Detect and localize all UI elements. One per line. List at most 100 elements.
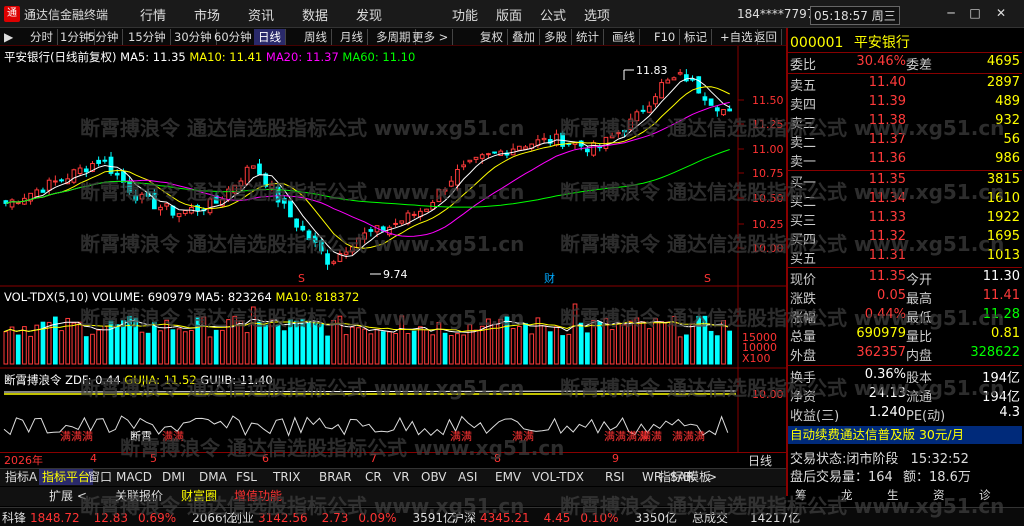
index-value: 4345.21 (480, 511, 530, 525)
volume-bar (578, 322, 584, 365)
stat-label: 内盘 (906, 349, 933, 364)
period-tab[interactable]: 5分钟 (84, 29, 124, 45)
volume-bar (380, 331, 386, 365)
menu-market[interactable]: 市场 (194, 5, 220, 24)
toolbar-button[interactable]: F10 (650, 29, 681, 45)
indicator-tab[interactable]: BRAR (316, 469, 355, 485)
period-tab[interactable]: 更多 > (408, 29, 454, 45)
toolbar-button[interactable]: 标记 (680, 29, 712, 45)
volume-bar (213, 329, 219, 365)
toolbar-button[interactable]: 返回 (750, 29, 782, 45)
candle-body (424, 208, 429, 212)
extension-tab[interactable]: 关联报价 (112, 488, 166, 504)
maximize-icon[interactable]: □ (966, 4, 984, 22)
index-ticker[interactable]: 创业 3142.56 2.73 0.09% 3591亿 (230, 509, 455, 526)
indicator-tab[interactable]: MACD (113, 469, 155, 485)
trade-status-value: 闭市阶段 (846, 452, 899, 467)
period-tab[interactable]: 分时 (26, 29, 58, 45)
y-axis-label: 11.50 (752, 94, 784, 107)
indicator-tab[interactable]: FSL (233, 469, 260, 485)
period-tab[interactable]: 月线 (336, 29, 368, 45)
low-marker: 9.74 (383, 268, 408, 281)
indicator-tab[interactable]: VR (390, 469, 413, 485)
quick-link[interactable]: 龙 (838, 487, 856, 503)
volume-bar (646, 328, 652, 365)
menu-formula[interactable]: 公式 (540, 5, 566, 24)
x-axis-line (0, 452, 786, 466)
volume-bar (312, 322, 318, 365)
fundamental-row: 收益(三) 1.240 PE(动) 4.3 (788, 405, 1022, 424)
volume-bar (430, 334, 436, 365)
bid-row: 买一 11.35 3815 (788, 172, 1022, 191)
ma20-value: MA20: 11.37 (265, 50, 339, 64)
extension-tab[interactable]: 扩展 < (46, 488, 90, 504)
y-axis-label: 11.00 (752, 143, 784, 156)
indicator-tab[interactable]: EMV (492, 469, 524, 485)
candle-body (702, 96, 708, 101)
fundamental-value: 1.240 (868, 405, 906, 420)
menu-layout[interactable]: 版面 (496, 5, 522, 24)
volume-bar (547, 331, 553, 365)
indicator-tab[interactable]: ASI (455, 469, 480, 485)
volume-bar (393, 333, 398, 365)
menu-options[interactable]: 选项 (584, 5, 610, 24)
toolbar-button[interactable]: 叠加 (508, 29, 540, 45)
menu-function[interactable]: 功能 (452, 5, 478, 24)
menu-quotes[interactable]: 行情 (140, 5, 166, 24)
promo-banner[interactable]: 自动续费通达信普及版 30元/月 (788, 426, 1022, 444)
toolbar-button[interactable]: 统计 (572, 29, 604, 45)
menu-discover[interactable]: 发现 (356, 5, 382, 24)
fundamental-label: 换手 (790, 371, 817, 386)
indicator-tab[interactable]: DMA (196, 469, 230, 485)
ask-price: 11.38 (868, 113, 906, 128)
period-tab[interactable]: 周线 (300, 29, 332, 45)
indicator-tab[interactable]: RSI (602, 469, 628, 485)
menu-data[interactable]: 数据 (302, 5, 328, 24)
indicator-tab[interactable]: 指标A (2, 469, 40, 485)
index-ticker[interactable]: 沪深 4345.21 4.45 0.10% 3350亿 (452, 509, 677, 526)
ask-row: 卖五 11.40 2897 (788, 75, 1022, 94)
user-account[interactable]: 184****7797 (737, 7, 814, 21)
indicator-tab[interactable]: CR (362, 469, 385, 485)
indicator-tab[interactable]: VOL-TDX (529, 469, 587, 485)
ask-price: 11.37 (868, 132, 906, 147)
period-tab[interactable]: 15分钟 (124, 29, 171, 45)
bid-row: 买三 11.33 1922 (788, 210, 1022, 229)
kline-chart[interactable]: 11.5011.2511.0010.7510.5010.2510.0015000… (0, 46, 786, 466)
indicator-tab[interactable]: DMI (159, 469, 188, 485)
volume-bar (319, 324, 324, 365)
stat-label: 今开 (906, 273, 933, 288)
quick-link[interactable]: 筹 (792, 487, 810, 503)
extension-tab[interactable]: 财富圈 (178, 488, 220, 504)
candle-body (615, 132, 621, 135)
minimize-icon[interactable]: ─ (942, 4, 960, 22)
volume-bar (238, 320, 244, 365)
indicator-tab[interactable]: TRIX (270, 469, 303, 485)
quick-link[interactable]: 资 (930, 487, 948, 503)
quick-link[interactable]: 诊 (976, 487, 994, 503)
bid-volume: 1695 (986, 229, 1020, 244)
period-tab[interactable]: 日线 (254, 29, 286, 45)
indicator-tab[interactable]: 模板 (684, 469, 714, 485)
candle-body (659, 82, 664, 99)
candle-body (15, 202, 21, 205)
indicator-tab[interactable]: 窗口 (85, 469, 115, 485)
close-icon[interactable]: ✕ (992, 4, 1010, 22)
period-tab[interactable]: 60分钟 (210, 29, 257, 45)
stat-row: 总量 690979 量比 0.81 (788, 326, 1022, 345)
extension-tab[interactable]: 增值功能 (231, 488, 285, 504)
menu-news[interactable]: 资讯 (248, 5, 274, 24)
indicator-tab[interactable]: OBV (418, 469, 450, 485)
index-ticker[interactable]: 科锋 1848.72 12.83 0.69% 2066亿 (2, 509, 235, 526)
candle-body (696, 76, 702, 94)
volume-bar (158, 330, 163, 365)
volume-bar (83, 336, 89, 365)
toolbar-button[interactable]: 多股 (540, 29, 572, 45)
toolbar-button[interactable]: 复权 (476, 29, 508, 45)
toolbar-button[interactable]: 画线 (608, 29, 640, 45)
index-name: 沪深 (452, 511, 477, 525)
candle-body (34, 189, 40, 198)
quick-link[interactable]: 生 (884, 487, 902, 503)
volume-bar (164, 319, 170, 365)
expand-arrow-icon[interactable]: ▶ (4, 30, 13, 44)
